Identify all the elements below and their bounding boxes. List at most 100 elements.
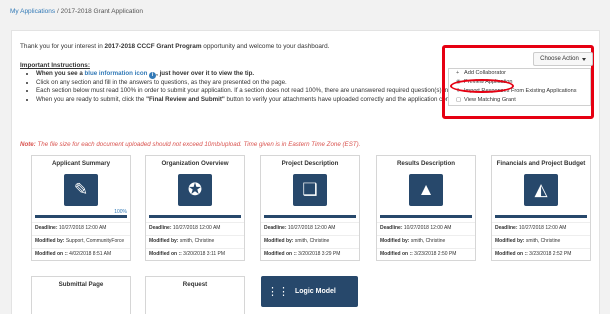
plus-icon: + [456, 70, 460, 76]
card-title: Financials and Project Budget [496, 160, 586, 167]
note: Note: The file size for each document up… [20, 141, 360, 148]
progress-bar [264, 215, 356, 218]
modified-on-label: Modified on :: [264, 251, 297, 257]
modified-by-label: Modified by: [264, 238, 294, 244]
modified-on-value: 3/23/2018 2:50 PM [414, 251, 457, 257]
note-label: Note: [20, 141, 36, 148]
welcome-suffix: opportunity and welcome to your dashboar… [201, 43, 330, 50]
graduation-cap-icon: ▲ [409, 174, 443, 206]
grid-icon: ⋮⋮ [267, 286, 289, 298]
program-name: 2017-2018 CCCF Grant Program [104, 43, 202, 50]
logic-model-title: Logic Model [295, 288, 336, 295]
progress-fill [149, 215, 241, 218]
deadline-value: 10/27/2018 12:00 AM [172, 225, 221, 231]
instruction-text: , just hover over it to view the tip. [156, 70, 255, 77]
card-deadline: Deadline: 10/27/2018 12:00 AM [146, 222, 244, 231]
choose-action-button[interactable]: Choose Action [533, 52, 593, 66]
section-card-applicant-summary[interactable]: Applicant Summary ✎ 100% Deadline: 10/27… [31, 155, 131, 261]
breadcrumb: My Applications / 2017-2018 Grant Applic… [10, 8, 143, 15]
deadline-label: Deadline: [264, 225, 287, 231]
card-deadline: Deadline: 10/27/2018 12:00 AM [32, 222, 130, 231]
modified-on-label: Modified on :: [495, 251, 528, 257]
deadline-label: Deadline: [380, 225, 403, 231]
logic-model-card[interactable]: ⋮⋮ Logic Model [261, 276, 358, 307]
choose-action-label: Choose Action [540, 56, 579, 62]
deadline-value: 10/27/2018 12:00 AM [58, 225, 107, 231]
card-title: Request [182, 281, 208, 288]
card-modified-by: Modified by: smith, Christine [146, 235, 244, 244]
modified-on-value: 3/20/2018 3:29 PM [298, 251, 341, 257]
modified-on-label: Modified on :: [35, 251, 68, 257]
card-modified-on: Modified on :: 3/20/2018 3:11 PM [146, 248, 244, 260]
edit-icon: ✎ [64, 174, 98, 206]
card-deadline: Deadline: 10/27/2018 12:00 AM [261, 222, 359, 231]
section-card-submittal-page[interactable]: Submittal Page [31, 276, 131, 314]
deadline-label: Deadline: [149, 225, 172, 231]
modified-by-value: smith, Christine [179, 238, 215, 244]
card-modified-by: Modified by: smith, Christine [261, 235, 359, 244]
card-title: Results Description [396, 160, 456, 167]
deadline-value: 10/27/2018 12:00 AM [287, 225, 336, 231]
modified-on-label: Modified on :: [380, 251, 413, 257]
modified-by-value: smith, Christine [525, 238, 561, 244]
deadline-label: Deadline: [35, 225, 58, 231]
progress-bar [495, 215, 587, 218]
progress-fill [495, 215, 587, 218]
modified-by-label: Modified by: [495, 238, 525, 244]
instruction-text: When you are ready to submit, click the [36, 95, 147, 103]
welcome-message: Thank you for your interest in 2017-2018… [20, 43, 329, 50]
section-card-financials-budget[interactable]: Financials and Project Budget ◭ Deadline… [491, 155, 591, 261]
section-card-request[interactable]: Request [145, 276, 245, 314]
card-modified-on: Modified on :: 3/20/2018 3:29 PM [261, 248, 359, 260]
progress-fill [380, 215, 472, 218]
card-title: Organization Overview [161, 160, 229, 167]
breadcrumb-current: 2017-2018 Grant Application [60, 8, 143, 15]
progress-fill [35, 215, 127, 218]
modified-on-label: Modified on :: [149, 251, 182, 257]
instruction-bold-text: "Final Review and Submit" [146, 95, 225, 103]
card-modified-by: Modified by: Support, CommunityForce [32, 235, 130, 244]
instruction-blue-text: blue information icon [84, 70, 148, 77]
compass-icon: ✪ [178, 174, 212, 206]
section-card-project-description[interactable]: Project Description ❑ Deadline: 10/27/20… [260, 155, 360, 261]
card-title: Applicant Summary [51, 160, 111, 167]
modified-on-value: 4/02/2018 8:51 AM [69, 251, 112, 257]
card-modified-on: Modified on :: 4/02/2018 8:51 AM [32, 248, 130, 260]
card-title: Submittal Page [58, 281, 104, 288]
highlight-oval [450, 79, 514, 93]
caret-down-icon [581, 57, 586, 61]
section-card-organization-overview[interactable]: Organization Overview ✪ Deadline: 10/27/… [145, 155, 245, 261]
menu-item-label: Add Collaborator [464, 70, 506, 76]
card-modified-by: Modified by: smith, Christine [492, 235, 590, 244]
progress-fill [264, 215, 356, 218]
modified-by-value: Support, CommunityForce [65, 238, 125, 244]
book-icon: ❑ [293, 174, 327, 206]
card-deadline: Deadline: 10/27/2018 12:00 AM [377, 222, 475, 231]
area-chart-icon: ◭ [524, 174, 558, 206]
breadcrumb-my-applications-link[interactable]: My Applications [10, 8, 55, 15]
modified-by-value: smith, Christine [294, 238, 330, 244]
modified-by-label: Modified by: [149, 238, 179, 244]
menu-item-label: View Matching Grant [464, 97, 516, 103]
card-deadline: Deadline: 10/27/2018 12:00 AM [492, 222, 590, 231]
menu-item-view-matching-grant[interactable]: ▢ View Matching Grant [449, 96, 590, 105]
modified-on-value: 3/23/2018 2:52 PM [529, 251, 572, 257]
deadline-value: 10/27/2018 12:00 AM [403, 225, 452, 231]
menu-item-add-collaborator[interactable]: + Add Collaborator [449, 69, 590, 78]
instruction-text: When you see a [36, 70, 85, 77]
card-title: Project Description [281, 160, 339, 167]
modified-by-label: Modified by: [380, 238, 410, 244]
progress-bar [380, 215, 472, 218]
document-icon: ▢ [456, 97, 462, 103]
modified-by-value: smith, Christine [410, 238, 446, 244]
modified-on-value: 3/20/2018 3:11 PM [183, 251, 226, 257]
section-card-results-description[interactable]: Results Description ▲ Deadline: 10/27/20… [376, 155, 476, 261]
instructions-title: Important Instructions: [20, 62, 90, 69]
card-modified-on: Modified on :: 3/23/2018 2:50 PM [377, 248, 475, 260]
note-text: The file size for each document uploaded… [35, 141, 361, 148]
card-modified-by: Modified by: smith, Christine [377, 235, 475, 244]
progress-bar [35, 215, 127, 218]
deadline-label: Deadline: [495, 225, 518, 231]
modified-by-label: Modified by: [35, 238, 65, 244]
card-modified-on: Modified on :: 3/23/2018 2:52 PM [492, 248, 590, 260]
